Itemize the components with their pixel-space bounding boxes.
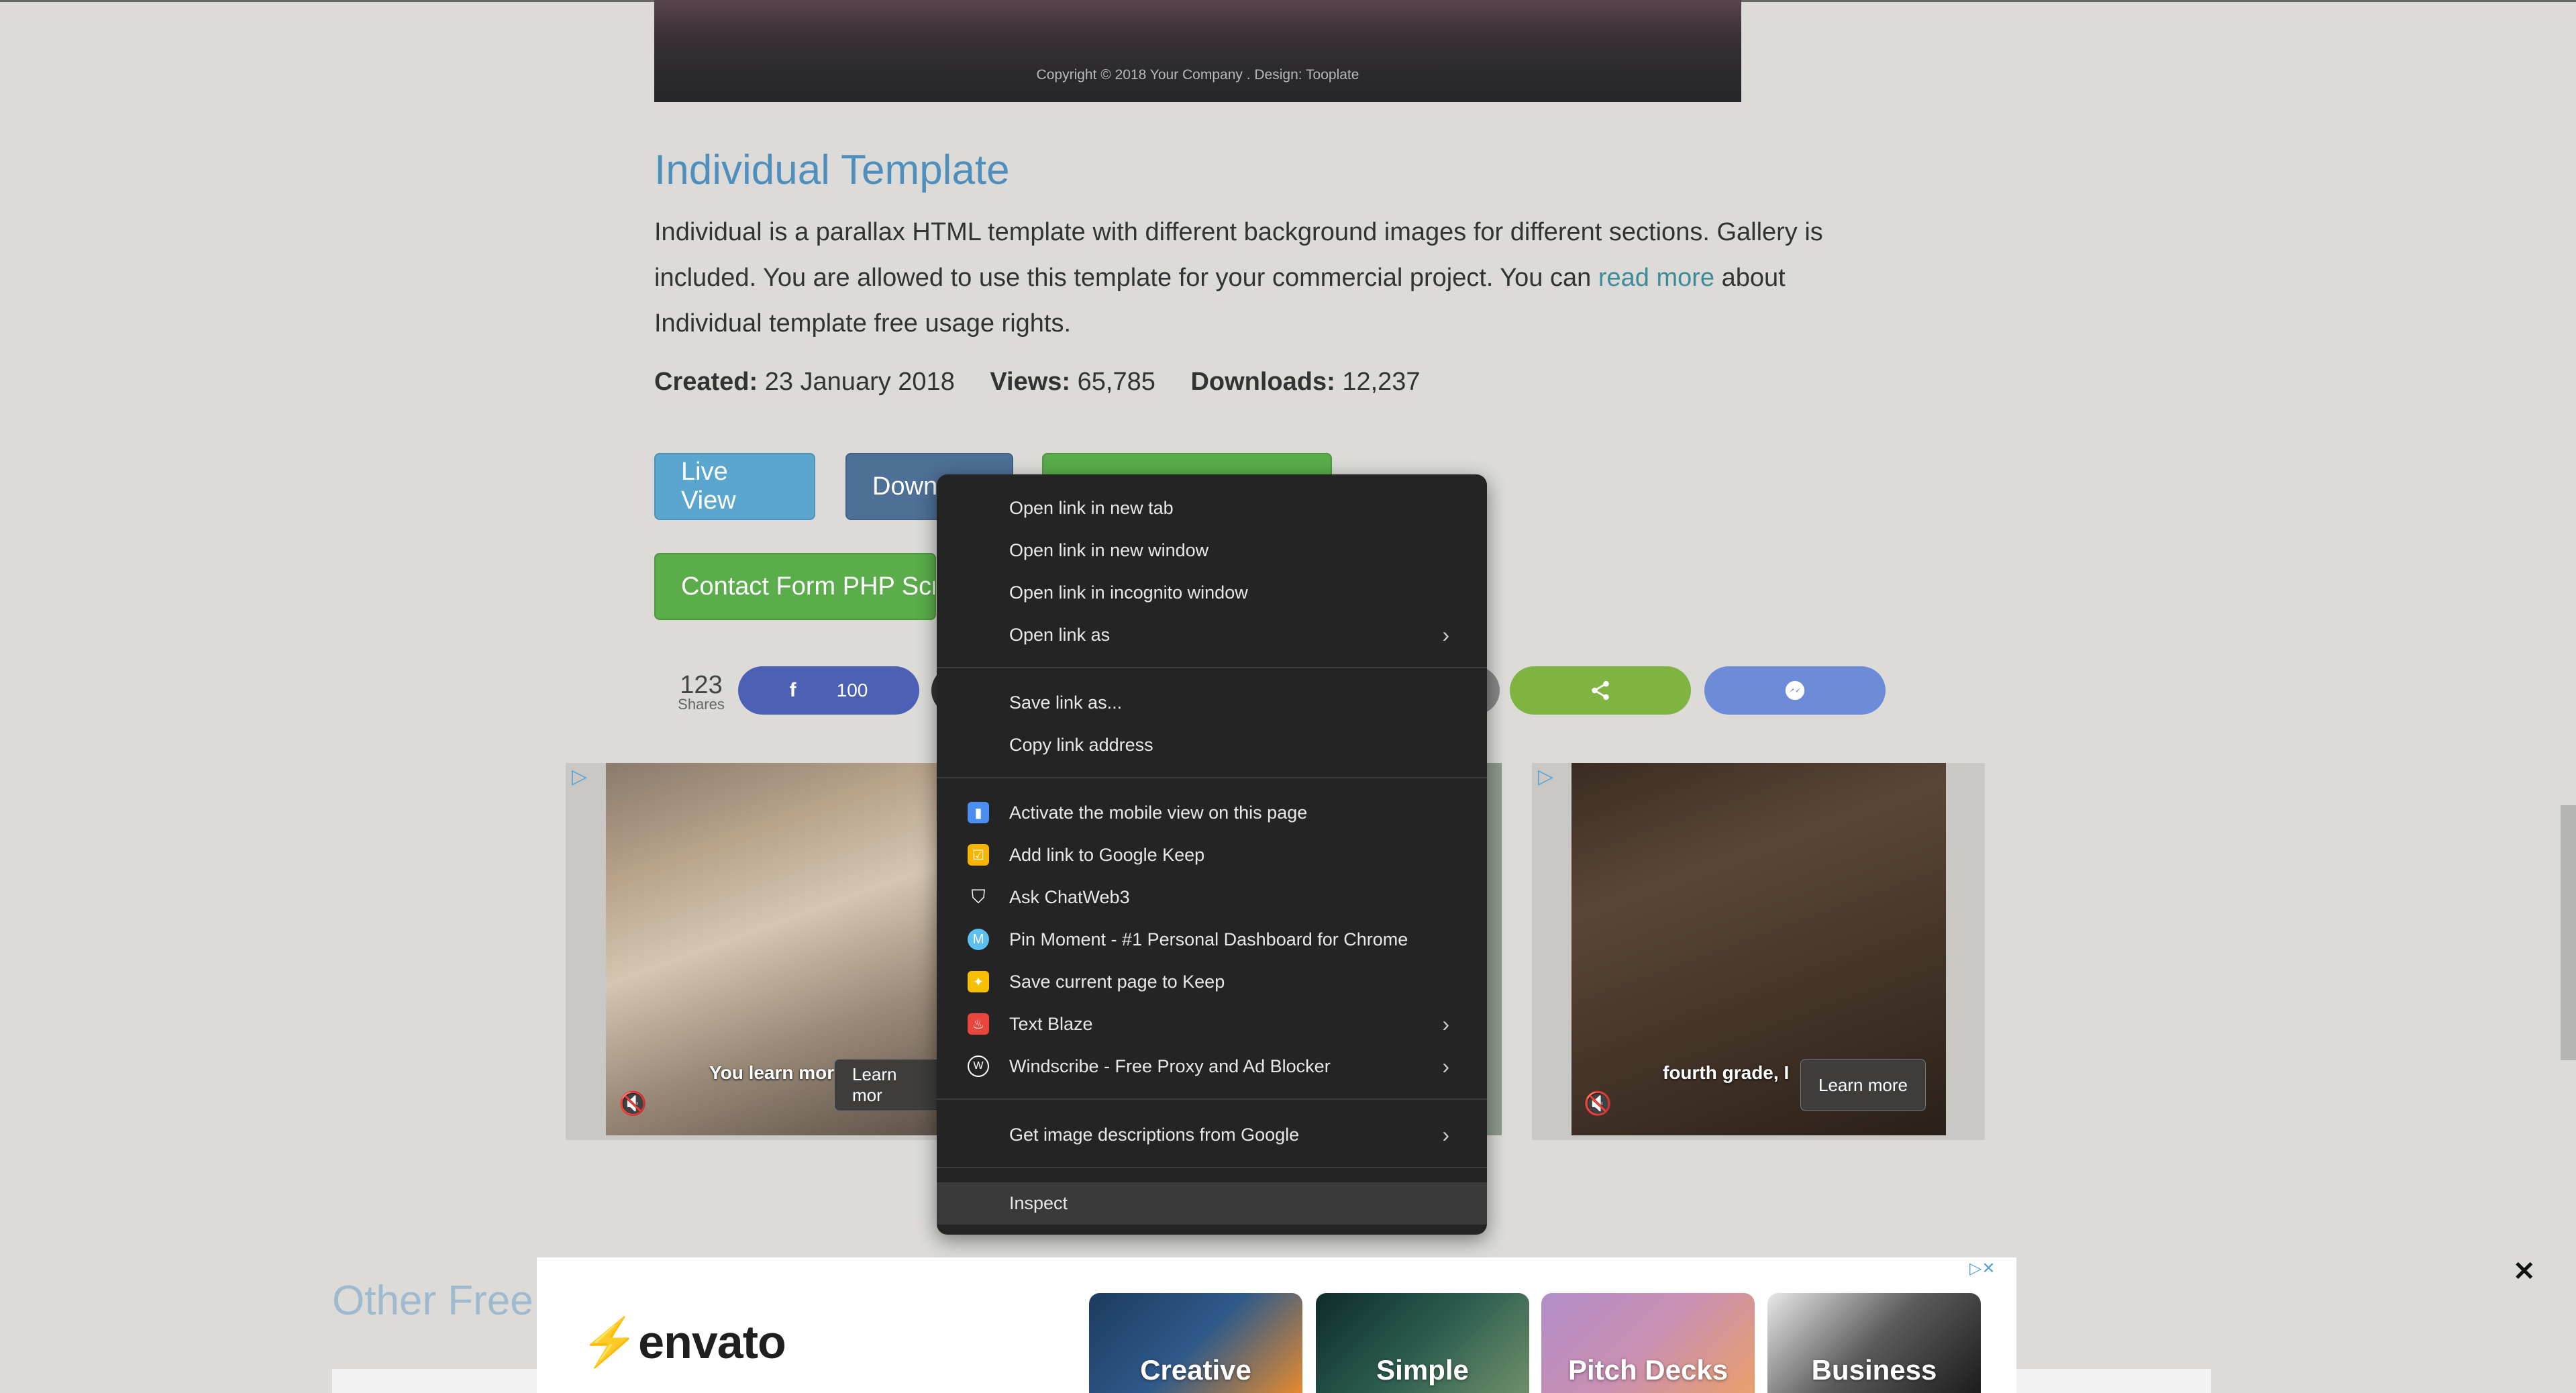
menu-separator	[937, 1167, 1487, 1168]
windscribe-icon: W	[968, 1055, 989, 1077]
menu-inspect[interactable]: Inspect	[937, 1182, 1487, 1225]
tile-label: Pitch Decks	[1567, 1354, 1729, 1386]
context-menu: Open link in new tab Open link in new wi…	[937, 474, 1487, 1235]
contact-form-button[interactable]: Contact Form PHP Scr	[654, 553, 936, 620]
menu-open-link-as[interactable]: Open link as ›	[937, 614, 1487, 656]
menu-copy-link-address[interactable]: Copy link address	[937, 724, 1487, 766]
menu-open-new-tab[interactable]: Open link in new tab	[937, 487, 1487, 529]
chevron-right-icon: ›	[1442, 1054, 1449, 1078]
share-count-label: Shares	[678, 696, 725, 713]
learn-more-button-right[interactable]: Learn more	[1800, 1059, 1926, 1111]
menu-item-label: Get image descriptions from Google	[1009, 1125, 1300, 1145]
google-keep-icon: ☑	[968, 844, 989, 866]
mobile-view-icon: ▮	[968, 802, 989, 823]
downloads-label: Downloads:	[1190, 368, 1335, 396]
menu-item-label: Save current page to Keep	[1009, 972, 1225, 992]
mute-icon[interactable]: 🔇	[619, 1090, 647, 1117]
envato-tile-pitch-decks[interactable]: Pitch Decks	[1541, 1293, 1755, 1393]
messenger-share-button[interactable]	[1704, 666, 1886, 715]
scrollbar-thumb[interactable]	[2561, 805, 2576, 1060]
menu-item-label: Open link in new tab	[1009, 498, 1174, 518]
menu-item-label: Open link as	[1009, 625, 1111, 645]
envato-tile-simple[interactable]: Simple	[1316, 1293, 1529, 1393]
read-more-link[interactable]: read more	[1598, 264, 1714, 292]
menu-item-label: Inspect	[1009, 1193, 1068, 1213]
envato-tile-creative[interactable]: Creative	[1089, 1293, 1302, 1393]
tile-label: Simple	[1376, 1354, 1469, 1386]
facebook-share-button[interactable]: f 100	[738, 666, 919, 715]
messenger-icon	[1785, 680, 1805, 701]
menu-save-page-keep[interactable]: ✦ Save current page to Keep	[937, 961, 1487, 1003]
mute-icon[interactable]: 🔇	[1584, 1090, 1612, 1117]
chevron-right-icon: ›	[1442, 623, 1449, 647]
ad-caption-right: fourth grade, I	[1663, 1062, 1790, 1083]
envato-leaf-icon: ⚡	[580, 1316, 639, 1368]
facebook-icon: f	[789, 679, 796, 701]
menu-item-label: Pin Moment - #1 Personal Dashboard for C…	[1009, 929, 1408, 949]
chevron-right-icon: ›	[1442, 1012, 1449, 1036]
live-view-button[interactable]: Live View	[654, 453, 815, 520]
created-label: Created:	[654, 368, 758, 396]
menu-item-label: Add link to Google Keep	[1009, 845, 1205, 865]
facebook-share-count: 100	[836, 680, 868, 701]
menu-separator	[937, 1098, 1487, 1100]
views-label: Views:	[990, 368, 1071, 396]
keep-bulb-icon: ✦	[968, 971, 989, 992]
learn-more-button-left[interactable]: Learn mor	[834, 1059, 941, 1111]
menu-item-label: Open link in new window	[1009, 540, 1209, 560]
menu-mobile-view[interactable]: ▮ Activate the mobile view on this page	[937, 792, 1487, 834]
menu-item-label: Activate the mobile view on this page	[1009, 803, 1308, 823]
menu-item-label: Windscribe - Free Proxy and Ad Blocker	[1009, 1056, 1331, 1076]
tile-label: Business	[1811, 1354, 1937, 1386]
envato-tile-business[interactable]: Business	[1767, 1293, 1981, 1393]
close-icon[interactable]: ✕	[2513, 1256, 2536, 1287]
menu-text-blaze[interactable]: ♨ Text Blaze ›	[937, 1003, 1487, 1045]
ad-close-icon[interactable]: ▷✕	[1969, 1259, 2010, 1280]
menu-item-label: Ask ChatWeb3	[1009, 887, 1130, 907]
menu-pin-moment[interactable]: M Pin Moment - #1 Personal Dashboard for …	[937, 919, 1487, 961]
preview-copyright: Copyright © 2018 Your Company . Design: …	[1036, 67, 1359, 83]
shield-check-icon: ⛉	[971, 886, 986, 907]
menu-open-new-window[interactable]: Open link in new window	[937, 529, 1487, 572]
menu-item-label: Save link as...	[1009, 692, 1123, 713]
menu-item-label: Text Blaze	[1009, 1014, 1093, 1034]
share-icon	[1592, 680, 1609, 701]
menu-separator	[937, 777, 1487, 778]
menu-windscribe[interactable]: W Windscribe - Free Proxy and Ad Blocker ›	[937, 1045, 1487, 1088]
pin-moment-icon: M	[968, 929, 989, 950]
page-title[interactable]: Individual Template	[654, 146, 1010, 194]
menu-separator	[937, 667, 1487, 668]
created-value: 23 January 2018	[764, 368, 955, 396]
text-blaze-icon: ♨	[968, 1013, 989, 1035]
menu-ask-chatweb3[interactable]: ⛉ Ask ChatWeb3	[937, 876, 1487, 919]
template-preview-image[interactable]: Copyright © 2018 Your Company . Design: …	[654, 0, 1741, 102]
adchoices-icon[interactable]: ▷	[572, 765, 587, 788]
envato-logo-text: envato	[638, 1316, 786, 1368]
template-meta: Created: 23 January 2018 Views: 65,785 D…	[654, 368, 1449, 397]
envato-logo[interactable]: ⚡envato	[580, 1315, 786, 1370]
views-value: 65,785	[1077, 368, 1155, 396]
chevron-right-icon: ›	[1442, 1123, 1449, 1147]
menu-item-label: Copy link address	[1009, 735, 1153, 755]
share-count: 123 Shares	[674, 671, 728, 713]
menu-add-google-keep[interactable]: ☑ Add link to Google Keep	[937, 834, 1487, 876]
menu-open-incognito[interactable]: Open link in incognito window	[937, 572, 1487, 614]
other-templates-heading: Other Free	[332, 1278, 533, 1324]
tile-label: Creative	[1140, 1354, 1251, 1386]
downloads-value: 12,237	[1342, 368, 1421, 396]
template-description: Individual is a parallax HTML template w…	[654, 209, 1882, 346]
menu-save-link-as[interactable]: Save link as...	[937, 682, 1487, 724]
share-button[interactable]	[1510, 666, 1691, 715]
ad-caption-left: You learn mor	[709, 1062, 835, 1083]
menu-image-descriptions[interactable]: Get image descriptions from Google ›	[937, 1114, 1487, 1156]
menu-item-label: Open link in incognito window	[1009, 582, 1248, 603]
adchoices-icon[interactable]: ▷	[1538, 765, 1553, 788]
